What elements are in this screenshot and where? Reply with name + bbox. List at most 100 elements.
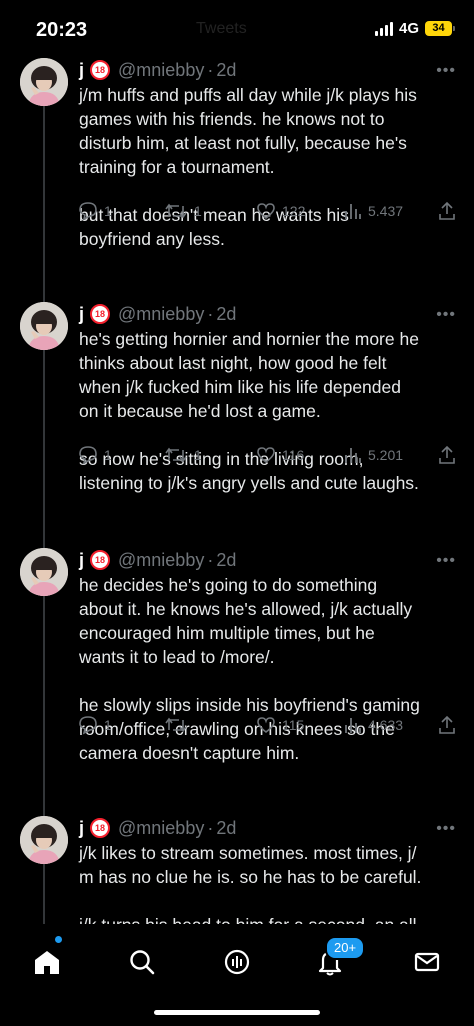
retweet-count: 1 xyxy=(194,447,202,463)
home-unread-dot xyxy=(55,936,62,943)
separator-dot: · xyxy=(207,817,214,838)
status-ghost-title: Tweets xyxy=(196,20,247,37)
separator-dot: · xyxy=(207,59,214,80)
tweet-time: 2d xyxy=(216,817,237,838)
more-icon[interactable]: ••• xyxy=(436,306,456,324)
avatar[interactable] xyxy=(20,548,68,596)
retweet-icon xyxy=(165,203,187,219)
share-button[interactable] xyxy=(438,201,456,221)
tweet-actions: 1 1 116 5.201 xyxy=(78,445,458,467)
reply-button[interactable]: 1 xyxy=(78,445,112,465)
author-name[interactable]: j xyxy=(79,60,84,81)
tweet-paragraph: he decides he's going to do something ab… xyxy=(79,575,413,667)
avatar[interactable] xyxy=(20,58,68,106)
age-18-badge: 18 xyxy=(90,304,111,324)
spaces-tab[interactable] xyxy=(215,940,259,984)
share-button[interactable] xyxy=(438,445,456,465)
more-icon[interactable]: ••• xyxy=(436,820,456,838)
avatar[interactable] xyxy=(20,816,68,864)
author-name[interactable]: j xyxy=(79,818,84,839)
tweet-paragraph: j/m huffs and puffs all day while j/k pl… xyxy=(79,85,417,177)
share-button[interactable] xyxy=(438,715,456,735)
battery-icon: 34 xyxy=(425,21,455,36)
retweet-button[interactable]: 1 xyxy=(164,201,202,221)
like-count: 116 xyxy=(282,447,305,463)
like-icon xyxy=(257,717,275,734)
retweet-count: 1 xyxy=(194,203,202,219)
like-button[interactable]: 116 xyxy=(256,445,304,465)
messages-tab[interactable] xyxy=(405,940,449,984)
signal-icon xyxy=(374,21,393,36)
reply-button[interactable]: 1 xyxy=(78,715,112,735)
tweet-text: he's getting hornier and hornier the mor… xyxy=(79,327,455,495)
home-indicator xyxy=(154,1010,320,1015)
age-18-badge: 18 xyxy=(90,818,111,838)
notifications-badge: 20+ xyxy=(325,936,366,960)
more-icon[interactable]: ••• xyxy=(436,62,456,80)
author-name[interactable]: j xyxy=(79,550,84,571)
status-indicators: 4G 34 xyxy=(374,20,455,37)
reply-button[interactable]: 1 xyxy=(78,201,112,221)
retweet-button[interactable] xyxy=(164,715,194,735)
views-icon xyxy=(345,204,361,219)
like-count: 115 xyxy=(282,717,305,733)
like-icon xyxy=(257,203,275,220)
retweet-icon xyxy=(165,447,187,463)
author-handle[interactable]: @mniebby xyxy=(118,550,204,571)
home-icon xyxy=(35,951,59,974)
spaces-icon xyxy=(224,949,250,975)
tweet-header: j 18 @mniebby · 2d xyxy=(79,816,236,840)
age-18-badge: 18 xyxy=(90,60,111,80)
reply-count: 1 xyxy=(104,717,112,733)
share-icon xyxy=(439,715,455,734)
author-handle[interactable]: @mniebby xyxy=(118,818,204,839)
tweet-header: j 18 @mniebby · 2d xyxy=(79,58,236,82)
retweet-icon xyxy=(165,717,187,733)
more-icon[interactable]: ••• xyxy=(436,552,456,570)
views-button[interactable]: 4.633 xyxy=(344,715,403,735)
tweet-header: j 18 @mniebby · 2d xyxy=(79,302,236,326)
home-tab[interactable] xyxy=(25,940,69,984)
author-handle[interactable]: @mniebby xyxy=(118,304,204,325)
share-icon xyxy=(439,445,455,464)
messages-icon xyxy=(414,952,440,972)
author-handle[interactable]: @mniebby xyxy=(118,60,204,81)
share-icon xyxy=(439,201,455,220)
tweet-text: j/m huffs and puffs all day while j/k pl… xyxy=(79,83,455,251)
separator-dot: · xyxy=(207,303,214,324)
reply-icon xyxy=(79,446,97,465)
like-count: 122 xyxy=(282,203,306,219)
tweet-paragraph: he's getting hornier and hornier the mor… xyxy=(79,329,419,421)
views-count: 4.633 xyxy=(368,717,404,733)
views-button[interactable]: 5.437 xyxy=(344,201,403,221)
views-icon xyxy=(345,448,361,463)
like-button[interactable]: 115 xyxy=(256,715,304,735)
status-time: 20:23 xyxy=(36,19,88,41)
network-type: 4G xyxy=(398,20,419,37)
tweet-text: j/k likes to stream sometimes. most time… xyxy=(79,841,455,937)
views-count: 5.201 xyxy=(368,447,404,463)
status-bar: 20:23 Tweets 4G 34 xyxy=(0,0,474,60)
avatar[interactable] xyxy=(20,302,68,350)
search-tab[interactable] xyxy=(120,940,164,984)
separator-dot: · xyxy=(207,549,214,570)
views-count: 5.437 xyxy=(368,203,404,219)
search-icon xyxy=(130,950,155,975)
tweet-paragraph: j/k likes to stream sometimes. most time… xyxy=(79,843,422,887)
author-name[interactable]: j xyxy=(79,304,84,325)
reply-count: 1 xyxy=(104,447,112,463)
tweet-time: 2d xyxy=(216,549,237,570)
reply-icon xyxy=(79,716,97,735)
tweet-header: j 18 @mniebby · 2d xyxy=(79,548,236,572)
tweet-actions: 1 115 4.633 xyxy=(78,715,458,737)
like-button[interactable]: 122 xyxy=(256,201,305,221)
reply-count: 1 xyxy=(104,203,112,219)
tweet-actions: 1 1 122 5.437 xyxy=(78,201,458,223)
views-button[interactable]: 5.201 xyxy=(344,445,403,465)
tweet-time: 2d xyxy=(216,59,237,80)
tweet-time: 2d xyxy=(216,303,237,324)
views-icon xyxy=(345,718,361,733)
retweet-button[interactable]: 1 xyxy=(164,445,202,465)
like-icon xyxy=(257,447,275,464)
age-18-badge: 18 xyxy=(90,550,111,570)
